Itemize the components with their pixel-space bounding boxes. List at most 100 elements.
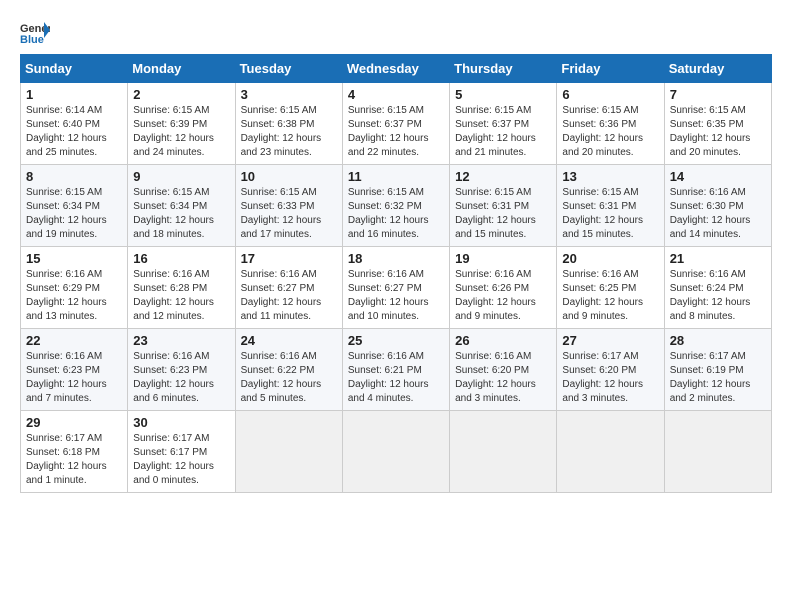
day-number: 4 [348, 87, 444, 102]
day-number: 9 [133, 169, 229, 184]
day-info: Sunrise: 6:17 AMSunset: 6:19 PMDaylight:… [670, 350, 766, 406]
day-info: Sunrise: 6:17 AMSunset: 6:18 PMDaylight:… [26, 432, 122, 488]
day-info: Sunrise: 6:16 AMSunset: 6:22 PMDaylight:… [241, 350, 337, 406]
calendar-cell: 10 Sunrise: 6:15 AMSunset: 6:33 PMDayligh… [235, 165, 342, 247]
day-number: 18 [348, 251, 444, 266]
calendar-week-3: 15 Sunrise: 6:16 AMSunset: 6:29 PMDayligh… [21, 247, 772, 329]
day-number: 7 [670, 87, 766, 102]
calendar-cell: 18 Sunrise: 6:16 AMSunset: 6:27 PMDayligh… [342, 247, 449, 329]
day-info: Sunrise: 6:15 AMSunset: 6:35 PMDaylight:… [670, 104, 766, 160]
day-number: 26 [455, 333, 551, 348]
day-number: 13 [562, 169, 658, 184]
day-info: Sunrise: 6:15 AMSunset: 6:31 PMDaylight:… [455, 186, 551, 242]
calendar-cell: 9 Sunrise: 6:15 AMSunset: 6:34 PMDaylight… [128, 165, 235, 247]
calendar-cell: 3 Sunrise: 6:15 AMSunset: 6:38 PMDaylight… [235, 83, 342, 165]
day-number: 11 [348, 169, 444, 184]
day-number: 15 [26, 251, 122, 266]
calendar-cell: 24 Sunrise: 6:16 AMSunset: 6:22 PMDayligh… [235, 329, 342, 411]
day-info: Sunrise: 6:15 AMSunset: 6:32 PMDaylight:… [348, 186, 444, 242]
header-sunday: Sunday [21, 55, 128, 83]
day-info: Sunrise: 6:16 AMSunset: 6:23 PMDaylight:… [133, 350, 229, 406]
day-info: Sunrise: 6:15 AMSunset: 6:38 PMDaylight:… [241, 104, 337, 160]
calendar-cell: 12 Sunrise: 6:15 AMSunset: 6:31 PMDayligh… [450, 165, 557, 247]
calendar-cell: 30 Sunrise: 6:17 AMSunset: 6:17 PMDayligh… [128, 411, 235, 493]
calendar-cell: 4 Sunrise: 6:15 AMSunset: 6:37 PMDaylight… [342, 83, 449, 165]
day-number: 3 [241, 87, 337, 102]
header-monday: Monday [128, 55, 235, 83]
calendar-cell [557, 411, 664, 493]
logo: General Blue [20, 20, 54, 44]
calendar-cell: 6 Sunrise: 6:15 AMSunset: 6:36 PMDaylight… [557, 83, 664, 165]
calendar-cell: 16Sunrise: 6:16 AMSunset: 6:28 PMDayligh… [128, 247, 235, 329]
calendar-cell: 27 Sunrise: 6:17 AMSunset: 6:20 PMDayligh… [557, 329, 664, 411]
day-number: 10 [241, 169, 337, 184]
calendar-cell: 5 Sunrise: 6:15 AMSunset: 6:37 PMDaylight… [450, 83, 557, 165]
calendar-cell [664, 411, 771, 493]
calendar-cell: 2 Sunrise: 6:15 AMSunset: 6:39 PMDaylight… [128, 83, 235, 165]
calendar-cell [342, 411, 449, 493]
day-number: 16 [133, 251, 229, 266]
day-info: Sunrise: 6:16 AMSunset: 6:26 PMDaylight:… [455, 268, 551, 324]
calendar-cell: 20Sunrise: 6:16 AMSunset: 6:25 PMDayligh… [557, 247, 664, 329]
day-number: 2 [133, 87, 229, 102]
day-number: 25 [348, 333, 444, 348]
day-number: 14 [670, 169, 766, 184]
calendar-cell [450, 411, 557, 493]
day-info: Sunrise: 6:16 AMSunset: 6:25 PMDaylight:… [562, 268, 658, 324]
calendar-cell: 13 Sunrise: 6:15 AMSunset: 6:31 PMDayligh… [557, 165, 664, 247]
header-saturday: Saturday [664, 55, 771, 83]
day-info: Sunrise: 6:16 AMSunset: 6:27 PMDaylight:… [241, 268, 337, 324]
header-tuesday: Tuesday [235, 55, 342, 83]
header-friday: Friday [557, 55, 664, 83]
day-info: Sunrise: 6:15 AMSunset: 6:37 PMDaylight:… [455, 104, 551, 160]
calendar-cell: 17 Sunrise: 6:16 AMSunset: 6:27 PMDayligh… [235, 247, 342, 329]
calendar-cell: 21Sunrise: 6:16 AMSunset: 6:24 PMDayligh… [664, 247, 771, 329]
day-info: Sunrise: 6:15 AMSunset: 6:37 PMDaylight:… [348, 104, 444, 160]
day-info: Sunrise: 6:15 AMSunset: 6:36 PMDaylight:… [562, 104, 658, 160]
day-number: 17 [241, 251, 337, 266]
day-info: Sunrise: 6:16 AMSunset: 6:21 PMDaylight:… [348, 350, 444, 406]
header-thursday: Thursday [450, 55, 557, 83]
calendar-week-4: 22Sunrise: 6:16 AMSunset: 6:23 PMDayligh… [21, 329, 772, 411]
day-info: Sunrise: 6:15 AMSunset: 6:33 PMDaylight:… [241, 186, 337, 242]
day-info: Sunrise: 6:16 AMSunset: 6:24 PMDaylight:… [670, 268, 766, 324]
day-info: Sunrise: 6:17 AMSunset: 6:17 PMDaylight:… [133, 432, 229, 488]
calendar-cell [235, 411, 342, 493]
day-info: Sunrise: 6:16 AMSunset: 6:29 PMDaylight:… [26, 268, 122, 324]
day-number: 27 [562, 333, 658, 348]
day-number: 5 [455, 87, 551, 102]
day-number: 23 [133, 333, 229, 348]
day-info: Sunrise: 6:15 AMSunset: 6:31 PMDaylight:… [562, 186, 658, 242]
day-number: 8 [26, 169, 122, 184]
logo-icon: General Blue [20, 20, 50, 44]
header-wednesday: Wednesday [342, 55, 449, 83]
day-info: Sunrise: 6:16 AMSunset: 6:27 PMDaylight:… [348, 268, 444, 324]
calendar-cell: 8 Sunrise: 6:15 AMSunset: 6:34 PMDaylight… [21, 165, 128, 247]
calendar-cell: 14 Sunrise: 6:16 AMSunset: 6:30 PMDayligh… [664, 165, 771, 247]
calendar-week-5: 29 Sunrise: 6:17 AMSunset: 6:18 PMDayligh… [21, 411, 772, 493]
svg-text:Blue: Blue [20, 34, 44, 44]
day-info: Sunrise: 6:14 AMSunset: 6:40 PMDaylight:… [26, 104, 122, 160]
day-info: Sunrise: 6:15 AMSunset: 6:34 PMDaylight:… [26, 186, 122, 242]
day-info: Sunrise: 6:15 AMSunset: 6:39 PMDaylight:… [133, 104, 229, 160]
calendar-week-1: 1 Sunrise: 6:14 AMSunset: 6:40 PMDaylight… [21, 83, 772, 165]
calendar-cell: 19 Sunrise: 6:16 AMSunset: 6:26 PMDayligh… [450, 247, 557, 329]
day-number: 19 [455, 251, 551, 266]
day-info: Sunrise: 6:16 AMSunset: 6:30 PMDaylight:… [670, 186, 766, 242]
calendar-cell: 28Sunrise: 6:17 AMSunset: 6:19 PMDayligh… [664, 329, 771, 411]
day-number: 29 [26, 415, 122, 430]
day-info: Sunrise: 6:16 AMSunset: 6:20 PMDaylight:… [455, 350, 551, 406]
calendar-cell: 1 Sunrise: 6:14 AMSunset: 6:40 PMDaylight… [21, 83, 128, 165]
day-info: Sunrise: 6:17 AMSunset: 6:20 PMDaylight:… [562, 350, 658, 406]
calendar-cell: 22Sunrise: 6:16 AMSunset: 6:23 PMDayligh… [21, 329, 128, 411]
day-number: 1 [26, 87, 122, 102]
header-row: SundayMondayTuesdayWednesdayThursdayFrid… [21, 55, 772, 83]
day-number: 30 [133, 415, 229, 430]
calendar-week-2: 8 Sunrise: 6:15 AMSunset: 6:34 PMDaylight… [21, 165, 772, 247]
day-number: 24 [241, 333, 337, 348]
day-info: Sunrise: 6:16 AMSunset: 6:23 PMDaylight:… [26, 350, 122, 406]
page-header: General Blue [20, 20, 772, 44]
day-number: 6 [562, 87, 658, 102]
day-number: 12 [455, 169, 551, 184]
day-info: Sunrise: 6:15 AMSunset: 6:34 PMDaylight:… [133, 186, 229, 242]
